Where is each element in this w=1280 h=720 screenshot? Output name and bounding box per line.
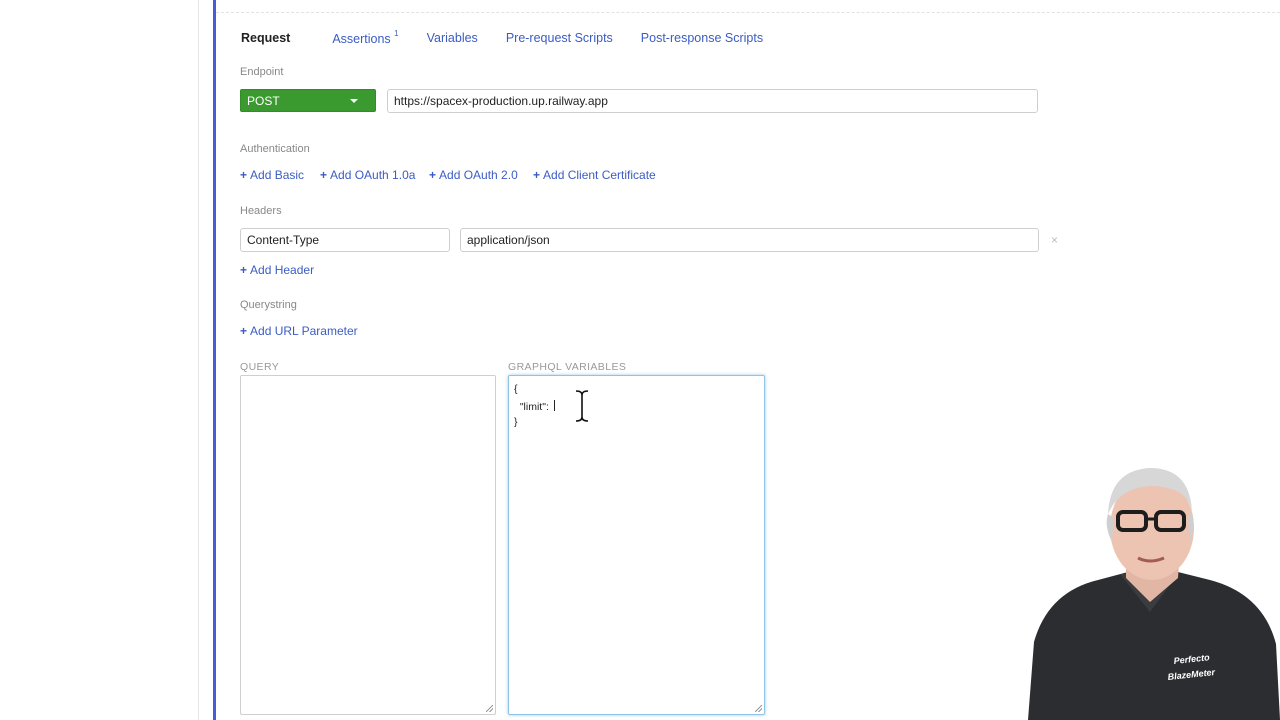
tab-request[interactable]: Request: [241, 31, 290, 46]
plus-icon: +: [320, 168, 328, 182]
sidebar-truncated-text: ·: [185, 0, 188, 5]
add-client-certificate-button[interactable]: + Add Client Certificate: [533, 168, 656, 182]
add-client-cert-label: Add Client Certificate: [543, 168, 656, 182]
tab-pre-request-label: Pre-request Scripts: [505, 31, 613, 45]
add-oauth1-label: Add OAuth 1.0a: [330, 168, 416, 182]
code-line: {: [514, 383, 518, 395]
graphql-variables-editor[interactable]: { "limit": }: [508, 375, 765, 715]
tab-variables[interactable]: Variables: [427, 31, 478, 46]
querystring-label: Querystring: [240, 299, 297, 311]
assertions-count-badge: 1: [394, 29, 399, 38]
header-name-input[interactable]: [240, 228, 450, 252]
add-header-label: Add Header: [250, 263, 315, 277]
plus-icon: +: [533, 168, 541, 182]
add-oauth2-label: Add OAuth 2.0: [439, 168, 518, 182]
panel-divider: [213, 0, 216, 720]
query-editor[interactable]: [240, 375, 496, 715]
resize-grip-icon[interactable]: [755, 705, 762, 712]
chevron-down-icon: [350, 99, 358, 103]
presenter-video: Perfecto BlazeMeter: [1028, 468, 1280, 720]
graphql-variables-label: GRAPHQL VARIABLES: [508, 361, 627, 373]
top-divider: [216, 12, 1280, 13]
plus-icon: +: [240, 324, 248, 338]
headers-label: Headers: [240, 205, 282, 217]
method-select[interactable]: POST: [240, 89, 376, 112]
authentication-label: Authentication: [240, 143, 310, 155]
add-header-button[interactable]: + Add Header: [240, 263, 314, 277]
header-value-input[interactable]: [460, 228, 1039, 252]
plus-icon: +: [240, 168, 248, 182]
tab-assertions[interactable]: Assertions 1: [332, 29, 399, 47]
add-url-parameter-button[interactable]: + Add URL Parameter: [240, 324, 358, 338]
tab-variables-label: Variables: [426, 31, 478, 45]
text-caret: [553, 399, 555, 411]
tab-assertions-label: Assertions: [332, 32, 391, 47]
endpoint-label: Endpoint: [240, 66, 284, 78]
add-oauth2-button[interactable]: + Add OAuth 2.0: [429, 168, 518, 182]
plus-icon: +: [240, 263, 248, 277]
method-value: POST: [247, 94, 280, 108]
tab-post-response-scripts[interactable]: Post-response Scripts: [641, 31, 763, 46]
add-oauth1-button[interactable]: + Add OAuth 1.0a: [320, 168, 415, 182]
code-line: }: [514, 416, 518, 428]
close-icon[interactable]: ×: [1051, 233, 1058, 247]
request-tabs: Request Assertions 1 Variables Pre-reque…: [241, 29, 791, 47]
plus-icon: +: [429, 168, 437, 182]
code-line-text: "limit":: [514, 400, 552, 413]
add-basic-button[interactable]: + Add Basic: [240, 168, 304, 182]
url-input[interactable]: [387, 89, 1038, 113]
code-line-active: "limit":: [514, 399, 759, 417]
tab-pre-request-scripts[interactable]: Pre-request Scripts: [506, 31, 613, 46]
tab-post-response-label: Post-response Scripts: [640, 31, 764, 45]
resize-grip-icon[interactable]: [486, 705, 493, 712]
tab-request-label: Request: [241, 31, 291, 45]
query-label: QUERY: [240, 361, 280, 373]
left-sidebar: ·: [0, 0, 199, 720]
add-basic-label: Add Basic: [250, 168, 305, 182]
text-cursor-icon: [575, 389, 589, 423]
add-url-parameter-label: Add URL Parameter: [250, 324, 358, 338]
